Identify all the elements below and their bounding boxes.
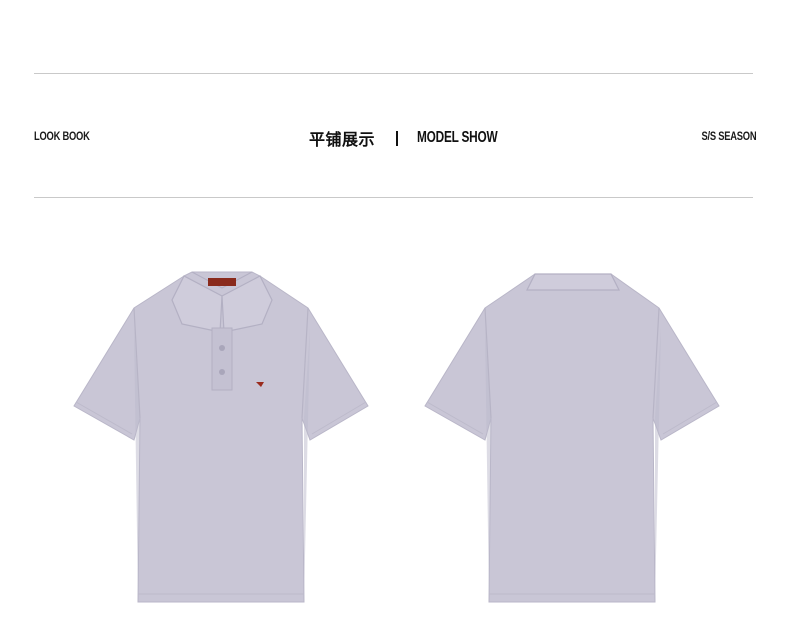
season-label: S/S SEASON [701,129,756,143]
section-title-en: MODEL SHOW [416,129,498,146]
section-title-cn: 平铺展示 [309,132,376,149]
title-separator [396,130,399,146]
section-title: 平铺展示 MODEL SHOW [309,126,526,150]
polo-shirt-front-image [73,271,369,603]
look-book-label: LOOK BOOK [34,129,90,143]
top-divider [34,73,753,74]
bottom-divider [34,197,753,198]
section-header: LOOK BOOK 平铺展示 MODEL SHOW S/S SEASON [34,126,756,150]
polo-shirt-back-image [424,273,720,603]
brand-label-icon [208,278,236,286]
